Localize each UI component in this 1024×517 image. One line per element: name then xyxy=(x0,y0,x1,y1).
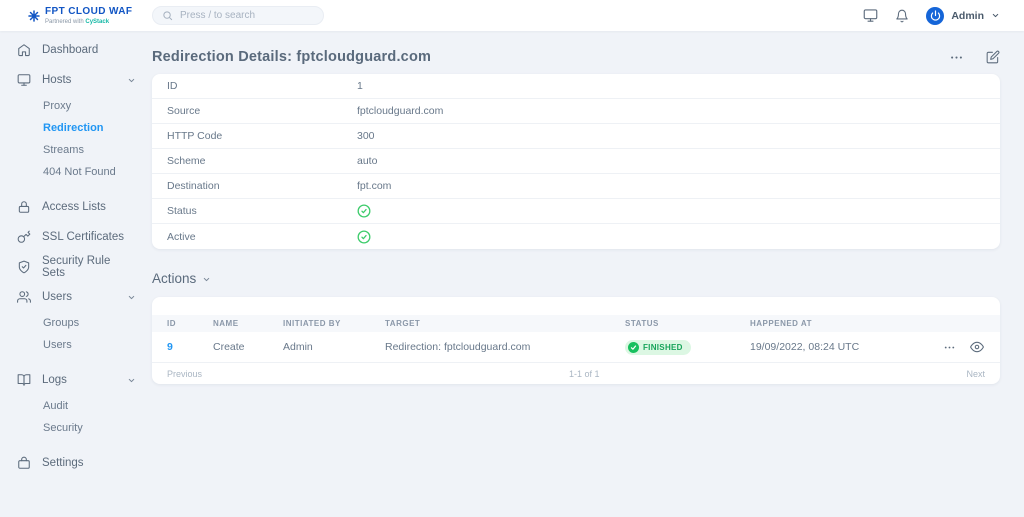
detail-row-destination: Destination fpt.com xyxy=(152,174,1000,199)
check-circle-icon xyxy=(357,204,371,218)
monitor-icon xyxy=(17,73,31,87)
sidebar-item-security-rule-sets[interactable]: Security Rule Sets xyxy=(0,252,152,282)
actions-table-header: ID NAME INITIATED BY TARGET STATUS HAPPE… xyxy=(152,315,1000,332)
main-content: Redirection Details: fptcloudguard.com I… xyxy=(152,31,1000,384)
view-eye-icon[interactable] xyxy=(970,340,984,354)
user-avatar xyxy=(926,7,944,25)
sidebar-item-settings[interactable]: Settings xyxy=(0,448,152,478)
users-icon xyxy=(17,290,31,304)
detail-row-scheme: Scheme auto xyxy=(152,149,1000,174)
book-icon xyxy=(17,373,31,387)
page-header: Redirection Details: fptcloudguard.com xyxy=(152,44,1000,70)
detail-row-id: ID 1 xyxy=(152,74,1000,99)
brand-logo[interactable]: FPT CLOUD WAF Partnered with CyStack xyxy=(28,7,152,25)
chevron-down-icon xyxy=(127,293,136,302)
sidebar-item-404-not-found[interactable]: 404 Not Found xyxy=(0,161,152,183)
actions-section-header[interactable]: Actions xyxy=(152,268,1000,288)
chevron-down-icon xyxy=(127,76,136,85)
chevron-down-icon xyxy=(202,275,211,284)
next-button[interactable]: Next xyxy=(966,369,985,379)
row-more-options-icon[interactable] xyxy=(943,341,956,354)
settings-icon xyxy=(17,456,31,470)
sidebar-item-logs[interactable]: Logs xyxy=(0,365,152,395)
cell-happened-at: 19/09/2022, 08:24 UTC xyxy=(750,341,943,353)
detail-row-http-code: HTTP Code 300 xyxy=(152,124,1000,149)
sidebar-item-streams[interactable]: Streams xyxy=(0,139,152,161)
brand-title: FPT CLOUD WAF xyxy=(45,7,132,17)
detail-row-source: Source fptcloudguard.com xyxy=(152,99,1000,124)
action-id-link[interactable]: 9 xyxy=(167,341,173,353)
brand-tagline: Partnered with CyStack xyxy=(45,19,132,25)
sidebar-item-dashboard[interactable]: Dashboard xyxy=(0,35,152,65)
notifications-bell-icon[interactable] xyxy=(895,9,909,23)
status-badge: FINISHED xyxy=(625,340,691,355)
sidebar-item-audit[interactable]: Audit xyxy=(0,395,152,417)
detail-row-status: Status xyxy=(152,199,1000,224)
home-icon xyxy=(17,43,31,57)
chevron-down-icon xyxy=(127,376,136,385)
shield-check-icon xyxy=(17,260,31,274)
cell-initiated-by: Admin xyxy=(283,341,385,353)
sidebar-item-users[interactable]: Users xyxy=(0,282,152,312)
sidebar-item-redirection[interactable]: Redirection xyxy=(0,117,152,139)
display-icon[interactable] xyxy=(863,8,878,23)
sidebar-item-groups[interactable]: Groups xyxy=(0,312,152,334)
sidebar-item-security-log[interactable]: Security xyxy=(0,417,152,439)
sidebar-item-access-lists[interactable]: Access Lists xyxy=(0,192,152,222)
page-title: Redirection Details: fptcloudguard.com xyxy=(152,49,431,65)
sidebar-item-hosts[interactable]: Hosts xyxy=(0,65,152,95)
table-row: 9 Create Admin Redirection: fptcloudguar… xyxy=(152,332,1000,363)
fpt-logo-icon xyxy=(28,10,40,22)
redirection-details-card: ID 1 Source fptcloudguard.com HTTP Code … xyxy=(152,74,1000,249)
user-menu[interactable]: Admin xyxy=(926,7,1000,25)
lock-icon xyxy=(17,200,31,214)
cell-name: Create xyxy=(213,341,283,353)
search-bar[interactable] xyxy=(152,6,324,25)
sidebar-item-users-sub[interactable]: Users xyxy=(0,334,152,356)
key-icon xyxy=(17,230,31,244)
check-circle-icon xyxy=(357,230,371,244)
search-icon xyxy=(162,10,173,21)
sidebar-item-proxy[interactable]: Proxy xyxy=(0,95,152,117)
detail-row-active: Active xyxy=(152,224,1000,249)
user-name: Admin xyxy=(951,10,984,22)
more-options-icon[interactable] xyxy=(949,50,964,65)
sidebar-nav: Dashboard Hosts Proxy Redirection Stream… xyxy=(0,31,152,478)
pagination-range: 1-1 of 1 xyxy=(202,369,966,379)
table-pagination: Previous 1-1 of 1 Next xyxy=(152,363,1000,384)
search-input[interactable] xyxy=(180,10,314,21)
sidebar-item-ssl-certificates[interactable]: SSL Certificates xyxy=(0,222,152,252)
previous-button[interactable]: Previous xyxy=(167,369,202,379)
top-header: FPT CLOUD WAF Partnered with CyStack Adm… xyxy=(0,0,1024,31)
actions-table-card: ID NAME INITIATED BY TARGET STATUS HAPPE… xyxy=(152,297,1000,384)
actions-title: Actions xyxy=(152,271,196,286)
chevron-down-icon xyxy=(991,11,1000,20)
check-icon xyxy=(628,342,639,353)
cell-target: Redirection: fptcloudguard.com xyxy=(385,341,625,353)
edit-icon[interactable] xyxy=(986,50,1000,64)
